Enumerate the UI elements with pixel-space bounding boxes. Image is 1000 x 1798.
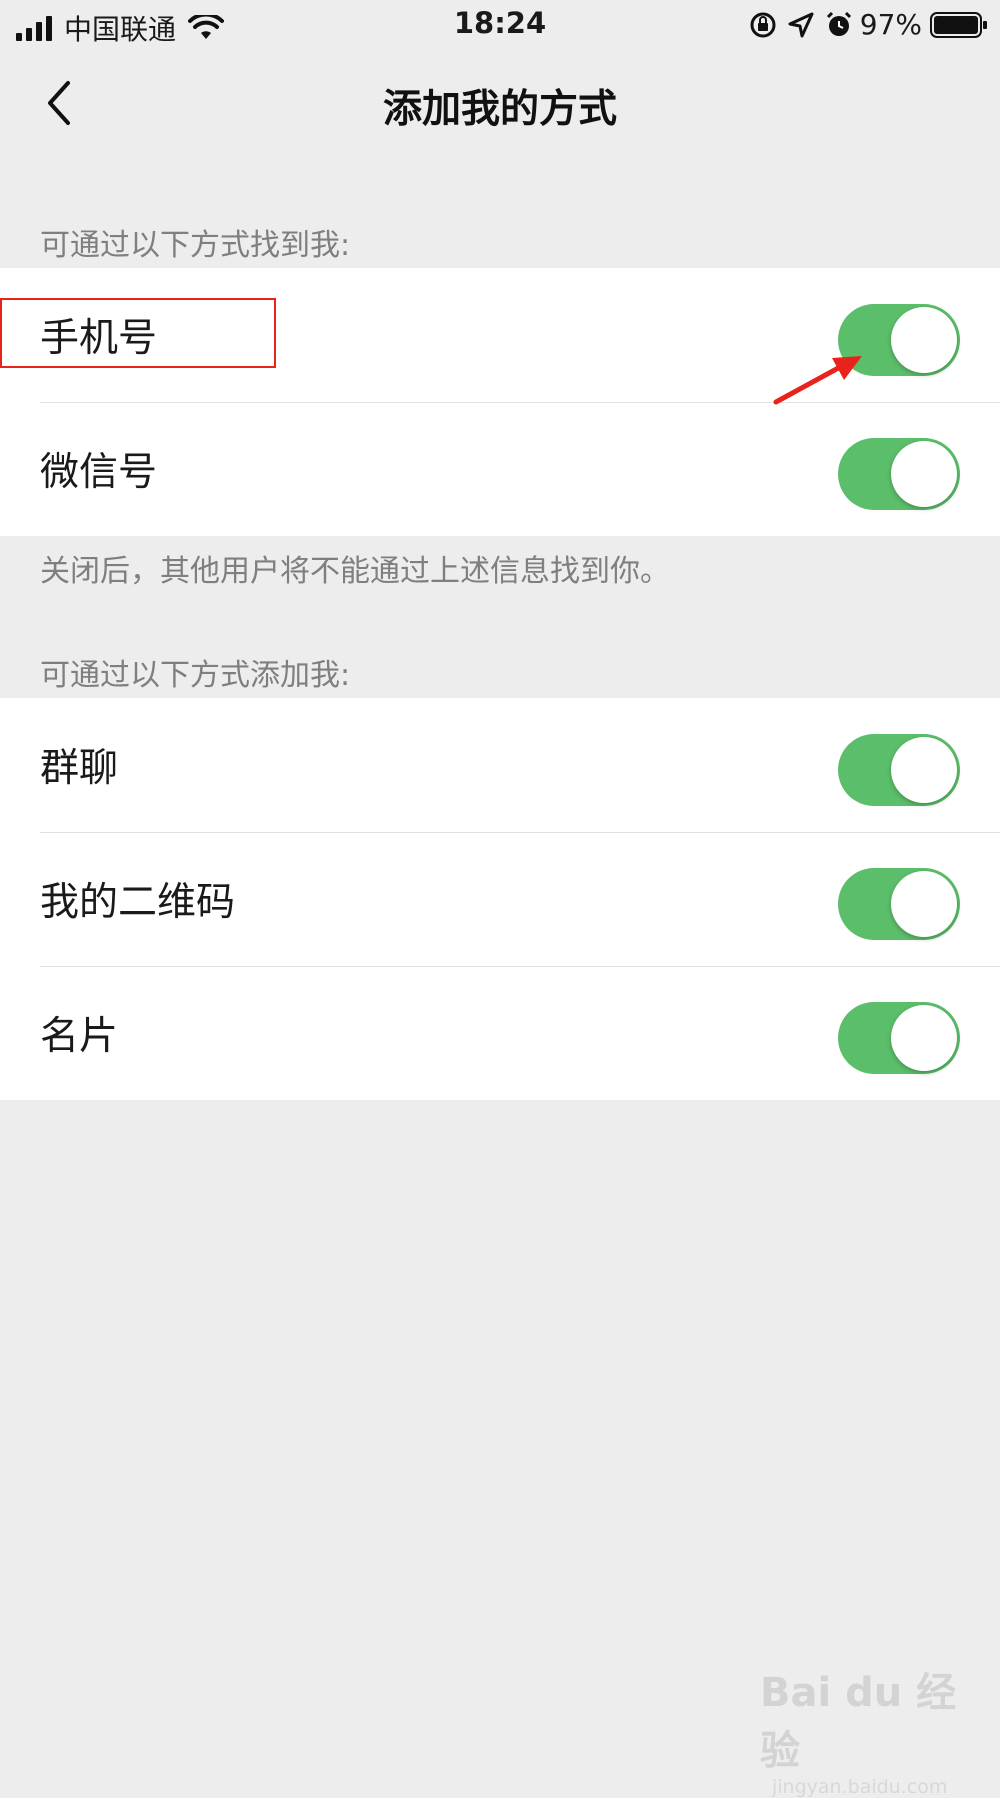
annotation-arrow-icon [773, 356, 862, 405]
alarm-icon [826, 11, 851, 36]
page-title: 添加我的方式 [382, 87, 617, 132]
switch-knob [891, 737, 957, 803]
baidu-jingyan-watermark: Bai du 经验 jingyan.baidu.com [760, 1660, 970, 1798]
switch-knob [891, 1005, 957, 1071]
battery-icon [930, 11, 987, 38]
watermark-url: jingyan.baidu.com [772, 1776, 948, 1798]
group-chat-toggle-switch[interactable] [838, 734, 960, 806]
setting-row-business-card: 名片 [0, 966, 1000, 1100]
business-card-toggle-switch[interactable] [838, 1002, 960, 1074]
setting-label-group-chat: 群聊 [40, 746, 119, 791]
add-section-header: 可通过以下方式添加我: [40, 658, 351, 693]
status-bar: 中国联通 18:24 97% [0, 0, 1000, 50]
setting-row-group-chat: 群聊 [0, 698, 1000, 832]
location-icon [788, 12, 814, 37]
watermark-logo: Bai du 经验 [760, 1670, 957, 1774]
rotation-lock-icon [750, 12, 776, 37]
setting-label-qr-code: 我的二维码 [40, 880, 236, 925]
qr-code-toggle-switch[interactable] [838, 868, 960, 940]
find-section-footer: 关闭后，其他用户将不能通过上述信息找到你。 [40, 554, 670, 589]
setting-row-qr-code: 我的二维码 [0, 832, 1000, 966]
nav-bar: 添加我的方式 [0, 50, 1000, 155]
add-section-group: 群聊 我的二维码 名片 [0, 698, 1000, 1100]
setting-row-wechat-id: 微信号 [0, 402, 1000, 536]
highlight-box [0, 298, 276, 368]
setting-label-wechat-id: 微信号 [40, 450, 158, 495]
switch-knob [891, 307, 957, 373]
switch-knob [891, 441, 957, 507]
setting-label-business-card: 名片 [40, 1014, 119, 1059]
wechat-id-toggle-switch[interactable] [838, 438, 960, 510]
status-right: 97% [748, 8, 988, 41]
find-section-header: 可通过以下方式找到我: [40, 228, 351, 263]
battery-percent: 97% [859, 8, 922, 41]
switch-knob [891, 871, 957, 937]
